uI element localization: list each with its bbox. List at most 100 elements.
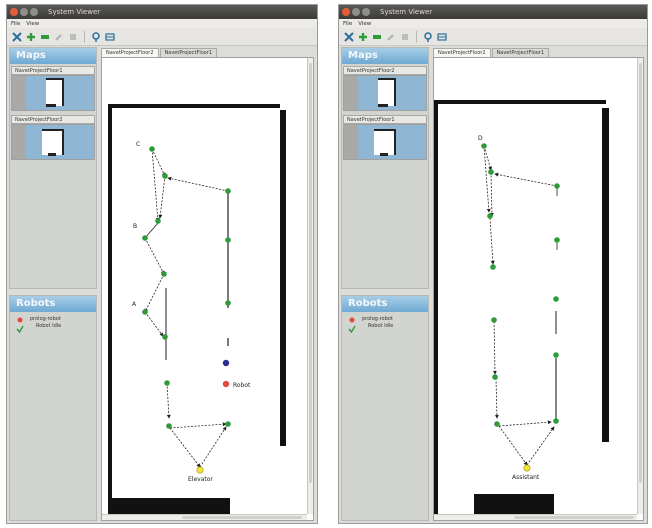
toolbar-separator — [416, 30, 417, 43]
elevator-node[interactable] — [196, 466, 204, 474]
delete-icon[interactable] — [399, 31, 411, 43]
node-label-c: C — [136, 141, 140, 148]
map-tabs: NavetProjectFloor2 NavetProjectFloor1 — [433, 47, 644, 57]
add-node-icon[interactable] — [25, 31, 37, 43]
path-edges — [144, 148, 229, 468]
tab-floor2[interactable]: NavetProjectFloor2 — [101, 48, 159, 57]
robot-name: prolog-robot — [362, 316, 393, 322]
path-edges — [483, 145, 558, 466]
menu-view[interactable]: View — [26, 21, 39, 27]
menu-bar: File View — [339, 19, 647, 28]
map-thumbnail — [343, 124, 427, 160]
map-thumbnail — [11, 124, 95, 160]
map-view: NavetProjectFloor2 NavetProjectFloor1 — [101, 47, 314, 521]
wall-left — [108, 104, 112, 502]
side-panel: Maps NavetProjectFloor2 NavetProjectFloo… — [341, 47, 429, 521]
map-item-label: NavetProjectFloor2 — [343, 66, 427, 75]
map-item-label: NavetProjectFloor1 — [11, 66, 95, 75]
horizontal-scrollbar[interactable] — [102, 514, 307, 520]
node-label-a: A — [132, 301, 137, 308]
toolbar-separator — [84, 30, 85, 43]
toolbar — [7, 28, 317, 46]
maps-panel: Maps NavetProjectFloor1 NavetProjectFloo… — [9, 47, 97, 289]
map-item-floor1[interactable]: NavetProjectFloor1 — [343, 115, 427, 160]
robots-panel: Robots prolog-robot Robot Idle — [9, 295, 97, 521]
robot-label: Robot — [233, 382, 251, 389]
map-thumbnail — [11, 75, 95, 111]
add-node-icon[interactable] — [357, 31, 369, 43]
edge-icon[interactable] — [371, 31, 383, 43]
horizontal-scroll-thumb[interactable] — [182, 516, 302, 519]
map-view: NavetProjectFloor2 NavetProjectFloor1 — [433, 47, 644, 521]
map-tabs: NavetProjectFloor2 NavetProjectFloor1 — [101, 47, 314, 57]
maps-header: Maps — [342, 48, 428, 64]
node-label-d: D — [478, 135, 483, 142]
waypoint-nodes — [481, 143, 560, 427]
wrench-icon[interactable] — [53, 31, 65, 43]
robots-header: Robots — [10, 296, 96, 312]
horizontal-scroll-thumb[interactable] — [514, 516, 634, 519]
edge-icon[interactable] — [39, 31, 51, 43]
map-item-label: NavetProjectFloor1 — [343, 115, 427, 124]
maximize-window-button[interactable] — [30, 8, 38, 16]
menu-view[interactable]: View — [358, 21, 371, 27]
assistant-node[interactable] — [523, 464, 531, 472]
tab-floor1[interactable]: NavetProjectFloor1 — [491, 48, 550, 57]
robot-marker-bottom[interactable] — [222, 380, 230, 388]
connect-icon[interactable] — [343, 31, 355, 43]
system-viewer-window-left: System Viewer File View Maps NavetProjec… — [6, 4, 318, 524]
tab-floor1[interactable]: NavetProjectFloor1 — [159, 48, 218, 57]
vertical-scrollbar[interactable] — [307, 58, 313, 514]
elevator-label: Elevator — [188, 476, 213, 483]
window-title: System Viewer — [380, 8, 433, 16]
map-canvas[interactable]: D Assistant — [433, 57, 644, 521]
toolbar — [339, 28, 647, 46]
layout-icon[interactable] — [104, 31, 116, 43]
wrench-icon[interactable] — [385, 31, 397, 43]
robot-list-item[interactable]: prolog-robot Robot Idle — [342, 312, 428, 336]
minimize-window-button[interactable] — [352, 8, 360, 16]
map-item-label: NavetProjectFloor2 — [11, 115, 95, 124]
menu-bar: File View — [7, 19, 317, 28]
robot-status-icons — [16, 316, 24, 336]
robot-status: Robot Idle — [36, 323, 62, 329]
menu-file[interactable]: File — [11, 21, 20, 27]
map-canvas[interactable]: C B A Elevator Robot — [101, 57, 314, 521]
maps-header: Maps — [10, 48, 96, 64]
connect-icon[interactable] — [11, 31, 23, 43]
map-item-floor2[interactable]: NavetProjectFloor2 — [11, 115, 95, 160]
maps-panel: Maps NavetProjectFloor2 NavetProjectFloo… — [341, 47, 429, 289]
map-drawing: D Assistant — [434, 100, 609, 520]
robot-list-item[interactable]: prolog-robot Robot Idle — [10, 312, 96, 336]
minimize-window-button[interactable] — [20, 8, 28, 16]
title-bar: System Viewer — [7, 5, 317, 19]
robot-marker-top[interactable] — [222, 359, 230, 367]
robot-status: Robot Idle — [368, 323, 394, 329]
vertical-scroll-thumb[interactable] — [639, 63, 642, 483]
vertical-scroll-thumb[interactable] — [309, 63, 312, 483]
window-title: System Viewer — [48, 8, 101, 16]
map-drawing: C B A Elevator Robot — [108, 104, 286, 520]
wall-top — [108, 104, 280, 108]
system-viewer-window-right: System Viewer File View Maps NavetProjec… — [338, 4, 648, 524]
vertical-scrollbar[interactable] — [637, 58, 643, 514]
layout-icon[interactable] — [436, 31, 448, 43]
side-panel: Maps NavetProjectFloor1 NavetProjectFloo… — [9, 47, 97, 521]
node-label-b: B — [133, 223, 137, 230]
map-pin-icon[interactable] — [90, 31, 102, 43]
close-window-button[interactable] — [10, 8, 18, 16]
robot-name: prolog-robot — [30, 316, 61, 322]
map-pin-icon[interactable] — [422, 31, 434, 43]
tab-floor2[interactable]: NavetProjectFloor2 — [433, 48, 491, 57]
map-thumbnail — [343, 75, 427, 111]
menu-file[interactable]: File — [343, 21, 352, 27]
wall-right — [280, 110, 286, 446]
horizontal-scrollbar[interactable] — [434, 514, 637, 520]
map-item-floor2[interactable]: NavetProjectFloor2 — [343, 66, 427, 111]
map-item-floor1[interactable]: NavetProjectFloor1 — [11, 66, 95, 111]
maximize-window-button[interactable] — [362, 8, 370, 16]
wall-top — [434, 100, 606, 104]
delete-icon[interactable] — [67, 31, 79, 43]
assistant-label: Assistant — [512, 474, 540, 481]
close-window-button[interactable] — [342, 8, 350, 16]
